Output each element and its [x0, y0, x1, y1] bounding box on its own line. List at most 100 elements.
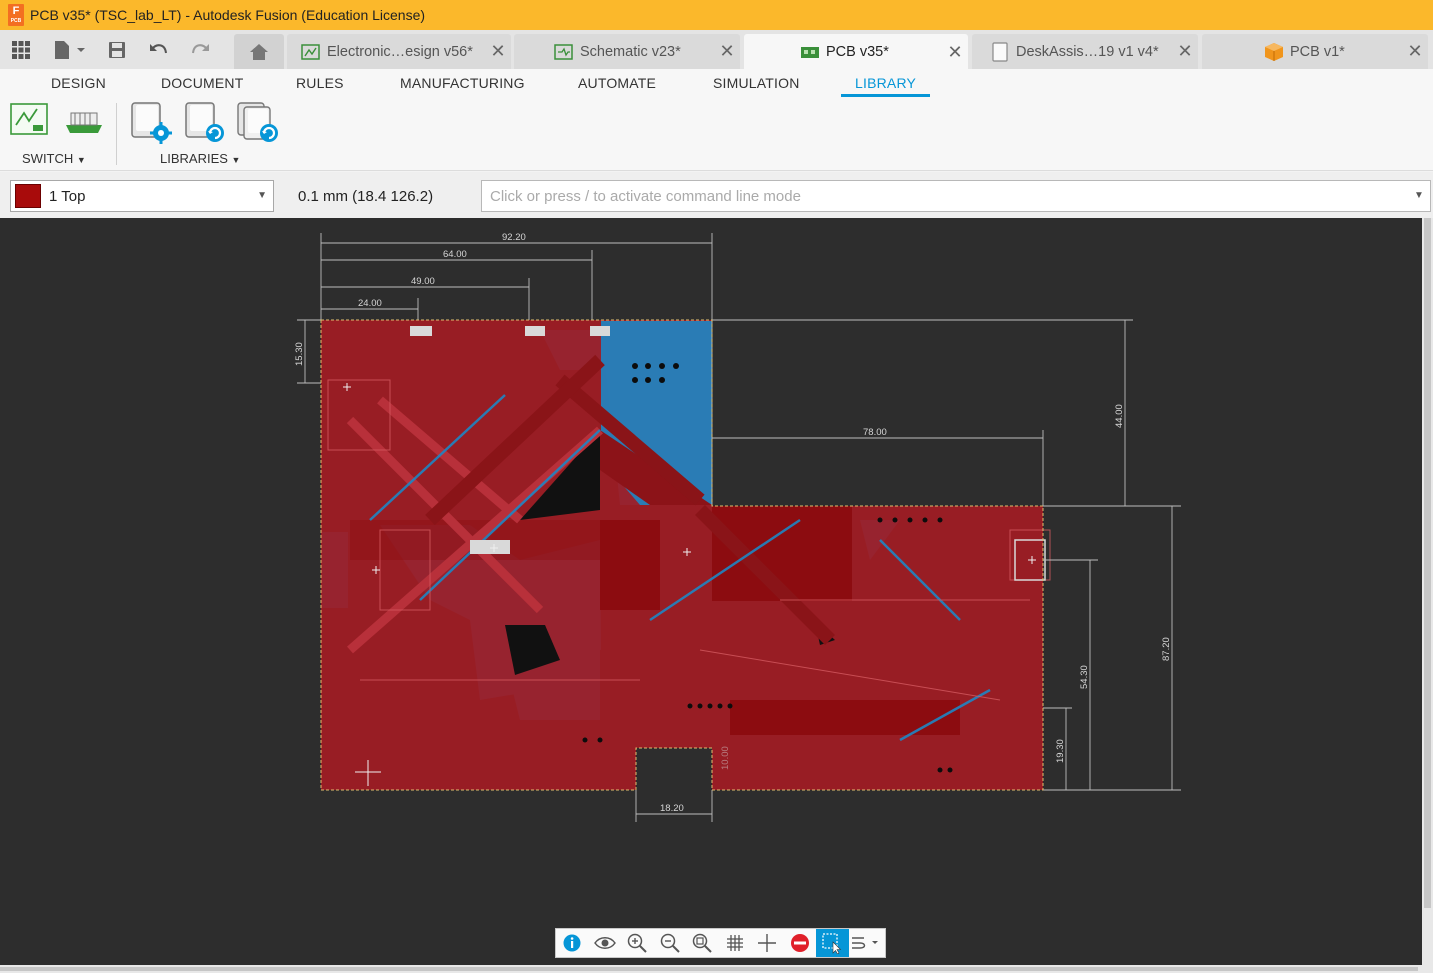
- switch-to-3d-pcb-button[interactable]: [62, 101, 106, 144]
- dim-height-10: 10.00: [720, 746, 731, 770]
- dropdown-caret-icon: ▼: [76, 155, 86, 165]
- 3d-box-icon: [1264, 42, 1284, 61]
- switch-label-text: SWITCH: [22, 151, 74, 166]
- doc-tab-label: DeskAssis…19 v1 v4*: [1016, 43, 1159, 60]
- view-icon: [593, 937, 616, 949]
- close-tab-icon[interactable]: ✕: [942, 42, 968, 63]
- doc-tab-electronics-design[interactable]: Electronic…esign v56* ✕: [287, 34, 511, 69]
- doc-tab-pcb[interactable]: PCB v35* ✕: [744, 34, 968, 70]
- document-tab-bar: Electronic…esign v56* ✕ Schematic v23* ✕…: [0, 30, 1433, 70]
- grid-menu-icon: [12, 40, 30, 59]
- select-icon: [822, 933, 842, 954]
- file-icon: [55, 40, 85, 59]
- zoom-in-icon: [628, 933, 647, 953]
- fusion-app-icon: F PCB: [8, 4, 24, 26]
- command-line-input[interactable]: [481, 180, 1431, 212]
- zoom-fit-button[interactable]: [686, 929, 719, 957]
- dim-height-44: 44.00: [1114, 404, 1125, 428]
- window-title: PCB v35* (TSC_lab_LT) - Autodesk Fusion …: [30, 7, 426, 23]
- library-settings-icon: [131, 102, 172, 144]
- doc-tab-schematic[interactable]: Schematic v23* ✕: [514, 34, 740, 69]
- zoom-out-icon: [660, 933, 680, 953]
- ribbon: DESIGN DOCUMENT RULES MANUFACTURING AUTO…: [0, 69, 1433, 171]
- tab-automate[interactable]: AUTOMATE: [578, 75, 656, 91]
- redo-button[interactable]: [188, 30, 212, 69]
- libraries-update-all-icon: [237, 102, 278, 142]
- file-menu-button[interactable]: [50, 30, 88, 69]
- switch-group-label[interactable]: SWITCH ▼: [22, 151, 86, 166]
- dim-width-24: 24.00: [358, 298, 382, 309]
- grid-button[interactable]: [719, 929, 752, 957]
- app-grid-button[interactable]: [8, 30, 34, 69]
- vertical-scrollbar[interactable]: [1422, 218, 1433, 965]
- dim-width-total: 92.20: [502, 232, 526, 243]
- switch-to-schematic-button[interactable]: [10, 101, 50, 144]
- dim-height-15: 15.30: [294, 342, 305, 366]
- pcb-icon: [800, 43, 820, 61]
- doc-tab-deskassist[interactable]: DeskAssis…19 v1 v4* ✕: [972, 34, 1198, 69]
- dim-height-19: 19.30: [1055, 739, 1066, 763]
- tab-document[interactable]: DOCUMENT: [161, 75, 243, 91]
- save-icon: [109, 41, 125, 58]
- redo-icon: [192, 43, 209, 53]
- save-button[interactable]: [106, 30, 128, 69]
- dropdown-caret-icon: ▼: [231, 155, 241, 165]
- horizontal-scroll-thumb[interactable]: [0, 967, 1418, 971]
- library-manager-button[interactable]: [128, 101, 174, 150]
- zoom-out-button[interactable]: [654, 929, 687, 957]
- home-tab[interactable]: [234, 34, 284, 69]
- doc-tab-label: Schematic v23*: [580, 43, 681, 60]
- dim-width-18: 18.20: [660, 803, 684, 814]
- undo-icon: [150, 43, 167, 53]
- cursor-coordinates: 0.1 mm (18.4 126.2): [298, 188, 434, 205]
- libraries-label-text: LIBRARIES: [160, 151, 228, 166]
- electronics-design-icon: [301, 43, 321, 61]
- tab-library[interactable]: LIBRARY: [855, 75, 916, 91]
- close-tab-icon[interactable]: ✕: [485, 41, 511, 62]
- info-button[interactable]: [556, 929, 589, 957]
- drawing-icon: [990, 41, 1010, 62]
- chevron-down-icon[interactable]: ▼: [1414, 190, 1424, 201]
- pcb-3d-icon: [66, 112, 102, 133]
- crosshair-icon: [758, 934, 777, 952]
- top-copper-layer: [321, 320, 1051, 790]
- command-bar: 1 Top ▼ 0.1 mm (18.4 126.2) ▼: [0, 172, 1433, 218]
- tab-simulation[interactable]: SIMULATION: [713, 75, 800, 91]
- group-divider: [116, 103, 117, 165]
- pcb-board-view[interactable]: 92.20 64.00 49.00 24.00 15.30 44.00 78.0…: [0, 218, 1422, 965]
- pcb-canvas[interactable]: 92.20 64.00 49.00 24.00 15.30 44.00 78.0…: [0, 218, 1422, 965]
- select-button[interactable]: [816, 929, 849, 957]
- route-button[interactable]: [849, 929, 882, 957]
- update-library-button[interactable]: [182, 101, 228, 150]
- app-icon-letter: F: [12, 5, 20, 17]
- tab-design[interactable]: DESIGN: [51, 75, 106, 91]
- horizontal-scrollbar[interactable]: [0, 965, 1433, 973]
- close-tab-icon[interactable]: ✕: [1402, 41, 1428, 62]
- layer-color-swatch: [15, 184, 41, 208]
- schematic-switch-icon: [10, 103, 48, 135]
- close-tab-icon[interactable]: ✕: [714, 41, 740, 62]
- schematic-icon: [554, 43, 574, 61]
- doc-tab-label: PCB v35*: [826, 44, 889, 60]
- visibility-button[interactable]: [589, 929, 622, 957]
- dim-width-64: 64.00: [443, 249, 467, 260]
- stop-command-button[interactable]: [784, 929, 817, 957]
- layer-select[interactable]: 1 Top ▼: [10, 180, 274, 212]
- update-all-libraries-button[interactable]: [236, 101, 282, 150]
- doc-tab-pcb-v1[interactable]: PCB v1* ✕: [1202, 34, 1428, 69]
- close-tab-icon[interactable]: ✕: [1172, 41, 1198, 62]
- libraries-group-label[interactable]: LIBRARIES ▼: [160, 151, 240, 166]
- app-icon-sub: PCB: [10, 18, 22, 24]
- vertical-scroll-thumb[interactable]: [1424, 218, 1431, 908]
- undo-button[interactable]: [147, 30, 171, 69]
- doc-tab-label: Electronic…esign v56*: [327, 43, 473, 60]
- dim-height-87: 87.20: [1161, 637, 1172, 661]
- tab-rules[interactable]: RULES: [296, 75, 344, 91]
- navigation-toolbar: [555, 928, 886, 958]
- origin-button[interactable]: [751, 929, 784, 957]
- zoom-in-button[interactable]: [621, 929, 654, 957]
- tab-manufacturing[interactable]: MANUFACTURING: [400, 75, 525, 91]
- doc-tab-label: PCB v1*: [1290, 43, 1345, 60]
- info-icon: [563, 934, 581, 952]
- dim-width-78: 78.00: [863, 427, 887, 438]
